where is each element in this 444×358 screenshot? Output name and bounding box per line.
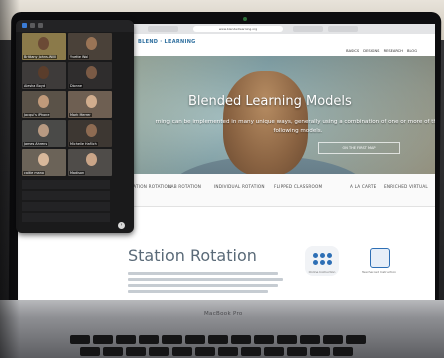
participant-tile[interactable]: Madison	[68, 149, 112, 176]
participant-video	[86, 124, 97, 137]
participant-tile[interactable]: Yvette Wol	[68, 33, 112, 60]
participant-tile[interactable]: Alesha Boyd	[22, 62, 66, 89]
browser-tab[interactable]	[148, 26, 178, 32]
participant-tile[interactable]: Brittany Johns-Willl	[22, 33, 66, 60]
view-icon[interactable]	[22, 23, 27, 28]
browser-tab[interactable]	[328, 26, 358, 32]
participant-video	[86, 37, 97, 50]
grid-icon[interactable]	[30, 23, 35, 28]
device-label: MacBook Pro	[204, 311, 243, 317]
chevron-right-icon[interactable]: ›	[118, 222, 125, 229]
tab-station-rotation[interactable]: STATION ROTATION	[128, 184, 171, 189]
empty-tile	[22, 202, 110, 211]
address-bar[interactable]: www.blendedlearning.org	[193, 26, 283, 32]
camera-icon	[243, 17, 247, 21]
participant-name: Jacqui's iPhone	[23, 113, 51, 117]
participant-video	[38, 66, 49, 79]
participant-video	[38, 124, 49, 137]
participant-tile[interactable]: Michelle Haflich	[68, 120, 112, 147]
hero-subtitle: rning can be implemented in many unique …	[155, 119, 435, 134]
participant-tile[interactable]: Jacqui's iPhone	[22, 91, 66, 118]
teacher-icon	[370, 248, 390, 268]
card-label: Online Instruction	[308, 270, 336, 274]
tab-enriched-virtual[interactable]: ENRICHED VIRTUAL	[384, 184, 428, 189]
tab-flipped-classroom[interactable]: FLIPPED CLASSROOM	[274, 184, 322, 189]
participant-tile[interactable]: Mark Merrer	[68, 91, 112, 118]
keyboard	[70, 335, 380, 358]
tab-individual-rotation[interactable]: INDIVIDUAL ROTATION	[214, 184, 265, 189]
participant-name: caitie mano	[23, 171, 45, 175]
participant-name: Yvette Wol	[69, 55, 90, 59]
empty-tile	[22, 191, 110, 200]
participant-name: Dionne	[69, 84, 84, 88]
participant-tile[interactable]: James Ahrens	[22, 120, 66, 147]
participant-name: James Ahrens	[23, 142, 49, 146]
card-label: Teacher-led Instruction	[361, 270, 397, 274]
site-logo[interactable]: BLEND · LEARNING	[138, 39, 196, 45]
participant-name: Alesha Boyd	[23, 84, 46, 88]
empty-tile	[22, 213, 110, 222]
site-nav[interactable]: BASICS DESIGNS RESEARCH BLOG	[346, 49, 417, 53]
people-icon	[313, 253, 318, 258]
participant-tile[interactable]: caitie mano	[22, 149, 66, 176]
hero-title: Blended Learning Models	[188, 94, 352, 109]
participant-video	[38, 37, 49, 50]
participant-name: Michelle Haflich	[69, 142, 98, 146]
minimize-icon[interactable]	[38, 23, 43, 28]
participant-video	[38, 95, 49, 108]
participant-name: Madison	[69, 171, 86, 175]
browser-tab[interactable]	[293, 26, 323, 32]
participant-video	[38, 153, 49, 166]
participant-video	[86, 153, 97, 166]
tab-lab-rotation[interactable]: LAB ROTATION	[168, 184, 201, 189]
laptop-photo: www.blendedlearning.org BLEND · LEARNING…	[0, 0, 444, 358]
participant-name: Mark Merrer	[69, 113, 92, 117]
participant-name: Brittany Johns-Willl	[23, 55, 57, 59]
participant-tile[interactable]: Dionne	[68, 62, 112, 89]
hero-cta-button[interactable]: ON THE FIRST MAP	[318, 142, 400, 154]
participant-video	[86, 66, 97, 79]
empty-tile	[22, 180, 110, 189]
tab-a-la-carte[interactable]: A LA CARTE	[350, 184, 376, 189]
section-title: Station Rotation	[128, 246, 257, 265]
participant-video	[86, 95, 97, 108]
zoom-title-bar[interactable]	[16, 20, 134, 32]
